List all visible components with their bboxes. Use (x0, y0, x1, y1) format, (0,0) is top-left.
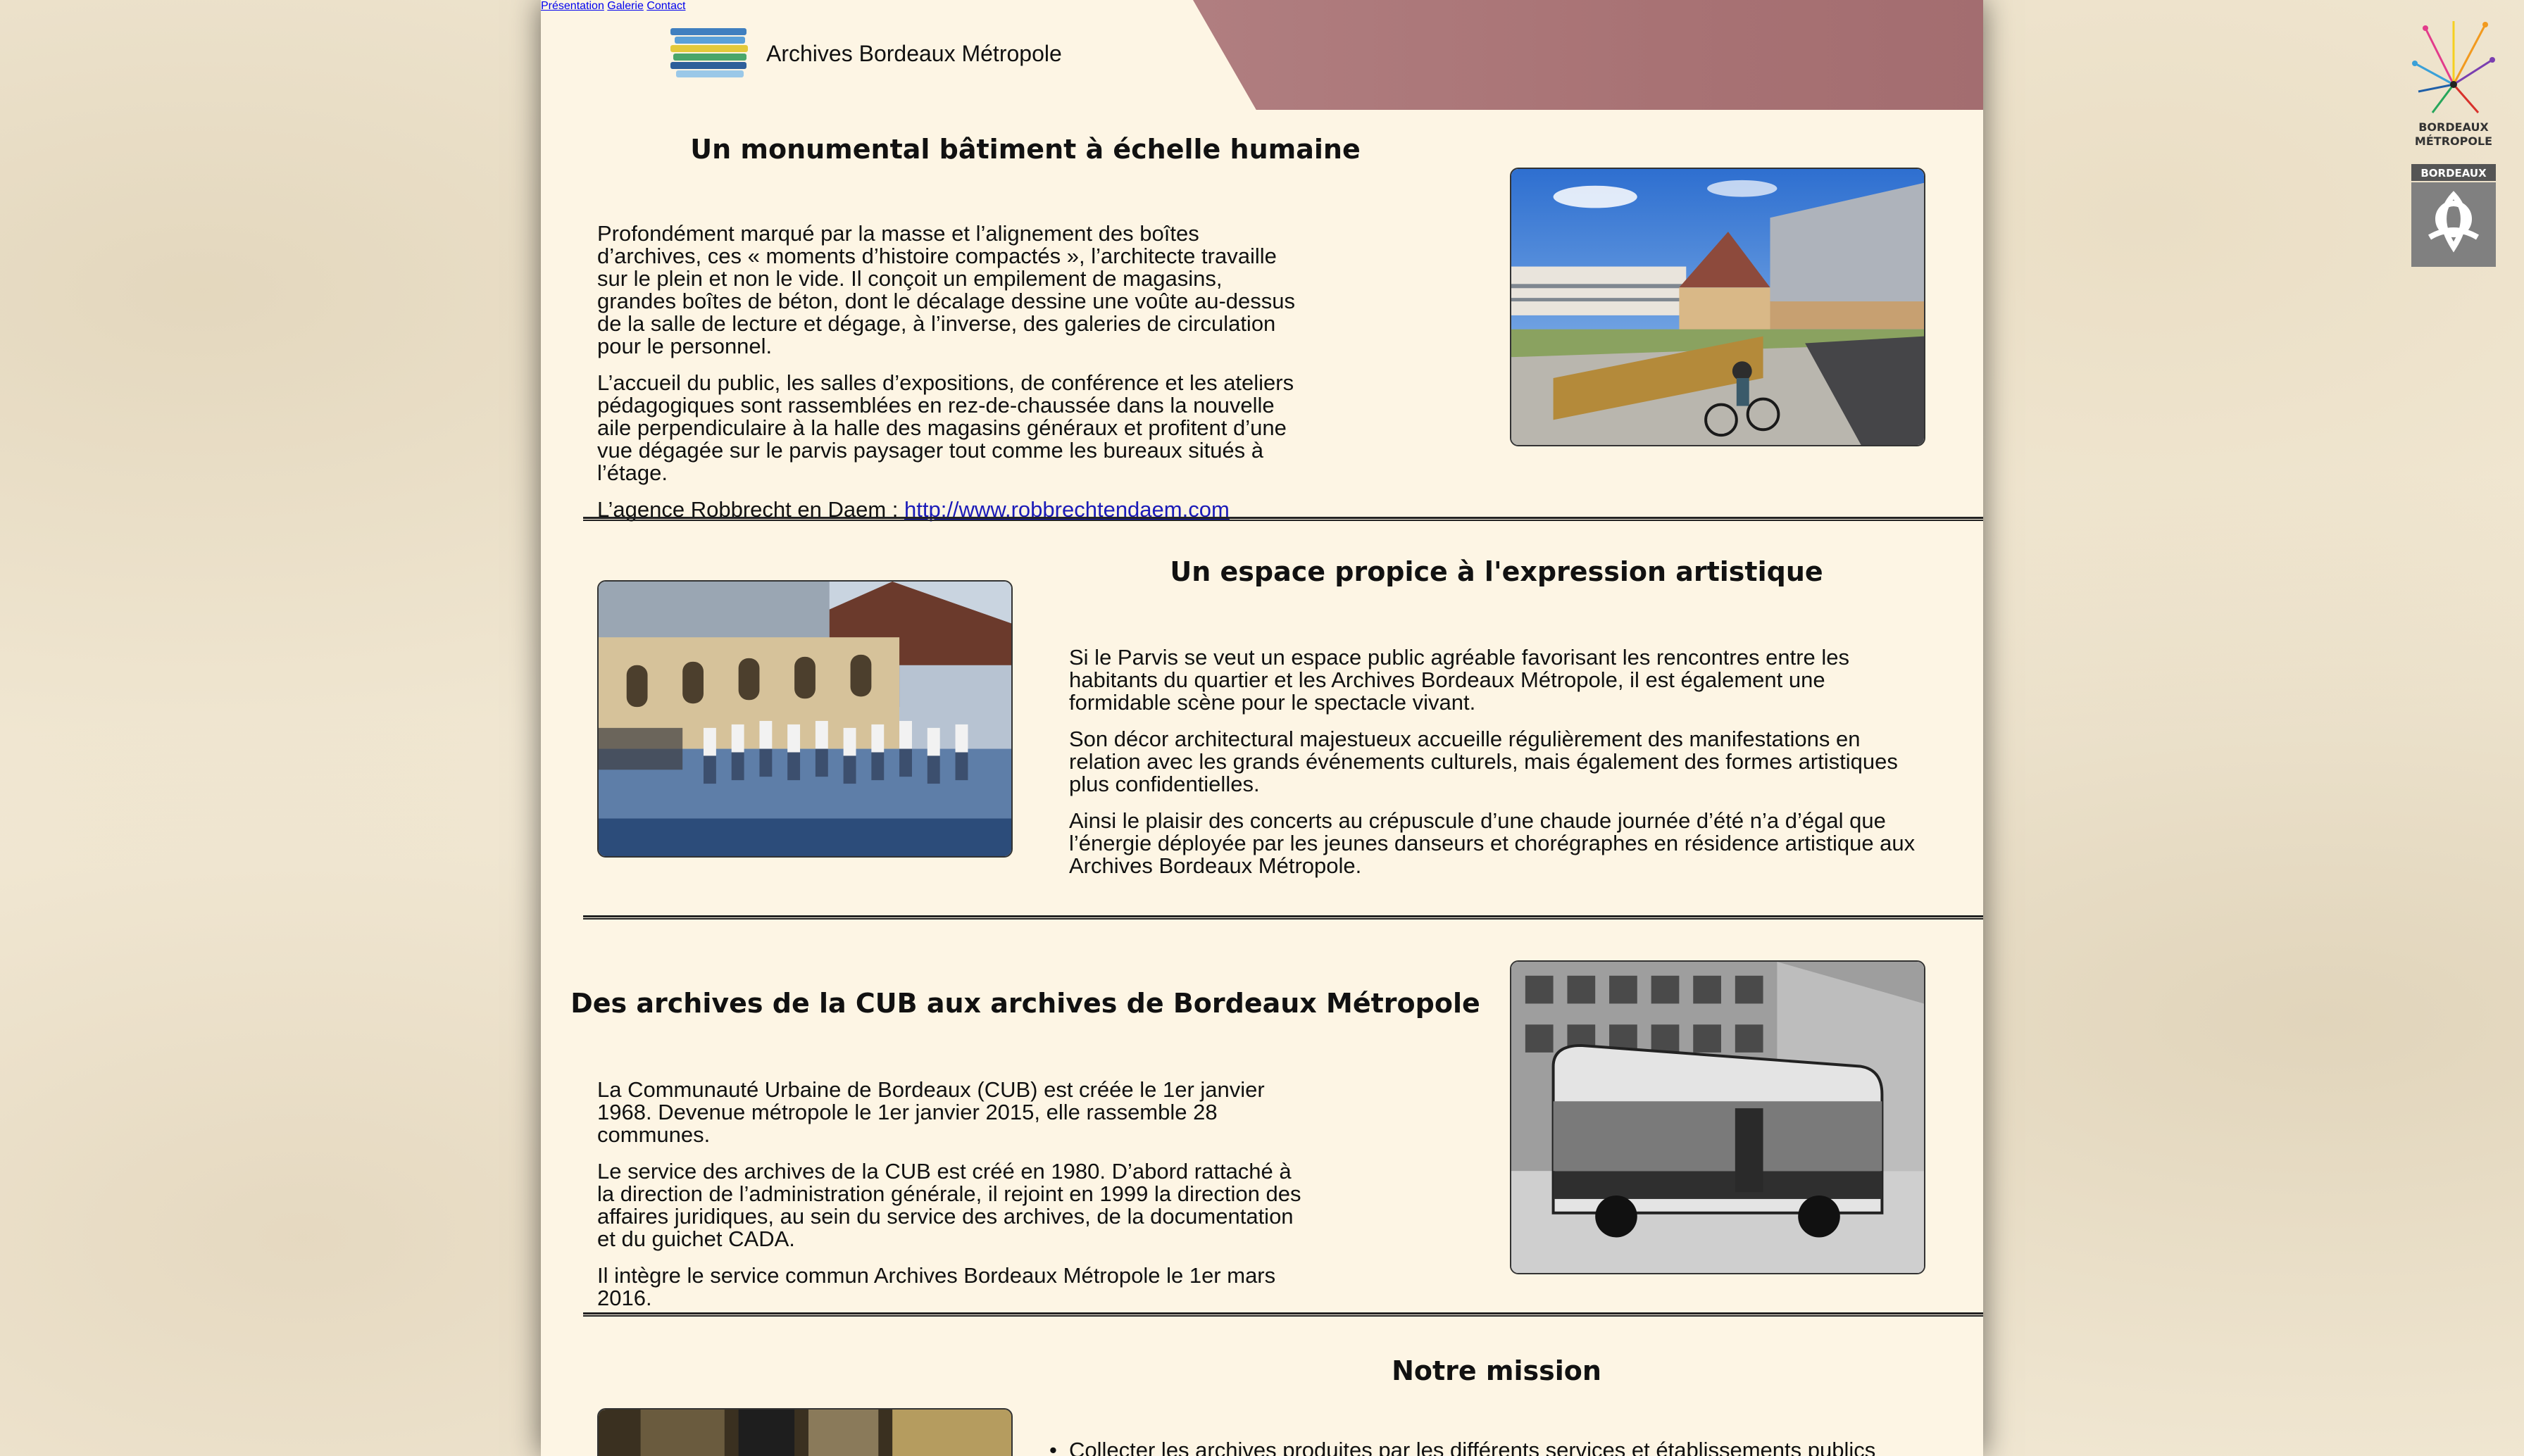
paragraph: Il intègre le service commun Archives Bo… (597, 1263, 1276, 1310)
paragraph: Si le Parvis se veut un espace public ag… (1069, 645, 1849, 715)
section-title: Un monumental bâtiment à échelle humaine (690, 134, 1361, 165)
cub-bus-photo (1510, 960, 1925, 1274)
section-title: Des archives de la CUB aux archives de B… (570, 988, 1480, 1019)
nav-contact[interactable]: Contact (646, 0, 685, 12)
bordeaux-metropole-logo-icon[interactable]: BORDEAUX MÉTROPOLE (2411, 21, 2496, 151)
section-text: La Communauté Urbaine de Bordeaux (CUB) … (597, 1079, 1308, 1324)
section-text: Profondément marqué par la masse et l’al… (597, 222, 1301, 535)
nav-presentation[interactable]: Présentation (541, 0, 604, 12)
paragraph: Le service des archives de la CUB est cr… (597, 1159, 1301, 1251)
section-divider (583, 915, 1983, 920)
paragraph: L’accueil du public, les salles d’exposi… (597, 370, 1294, 485)
paragraph: Ainsi le plaisir des concerts au crépusc… (1069, 808, 1916, 878)
mission-photo (597, 1408, 1013, 1456)
metro-logo-line1: BORDEAUX (2418, 120, 2489, 134)
paragraph: La Communauté Urbaine de Bordeaux (CUB) … (597, 1077, 1265, 1147)
site-header: Archives Bordeaux Métropole Présentation… (541, 0, 1983, 110)
ville-bordeaux-logo-icon[interactable]: BORDEAUX (2411, 164, 2496, 267)
city-logo-label: BORDEAUX (2420, 167, 2487, 180)
site-title: Archives Bordeaux Métropole (766, 40, 1062, 66)
paragraph: Son décor architectural majestueux accue… (1069, 727, 1898, 796)
section-text: Si le Parvis se veut un espace public ag… (1069, 646, 1928, 891)
section-divider (583, 1312, 1983, 1317)
page-content: Archives Bordeaux Métropole Présentation… (541, 0, 1983, 1456)
archives-logo-icon (670, 28, 748, 79)
building-photo (1510, 168, 1925, 446)
paragraph: Profondément marqué par la masse et l’al… (597, 221, 1296, 358)
section-title: Un espace propice à l'expression artisti… (1170, 556, 1823, 587)
nav-galerie[interactable]: Galerie (607, 0, 644, 12)
brand-home-link[interactable]: Archives Bordeaux Métropole (670, 27, 1062, 80)
nav-band (1193, 0, 1983, 110)
list-item: Collecter les archives produites par les… (1049, 1439, 1928, 1456)
mission-list: Collecter les archives produites par les… (1049, 1439, 1928, 1456)
side-logos: BORDEAUX MÉTROPOLE BORDEAUX (2411, 21, 2496, 267)
section-title: Notre mission (1392, 1355, 1601, 1386)
section-divider (583, 517, 1983, 521)
metro-logo-line2: MÉTROPOLE (2415, 134, 2492, 148)
dance-performance-photo (597, 580, 1013, 858)
